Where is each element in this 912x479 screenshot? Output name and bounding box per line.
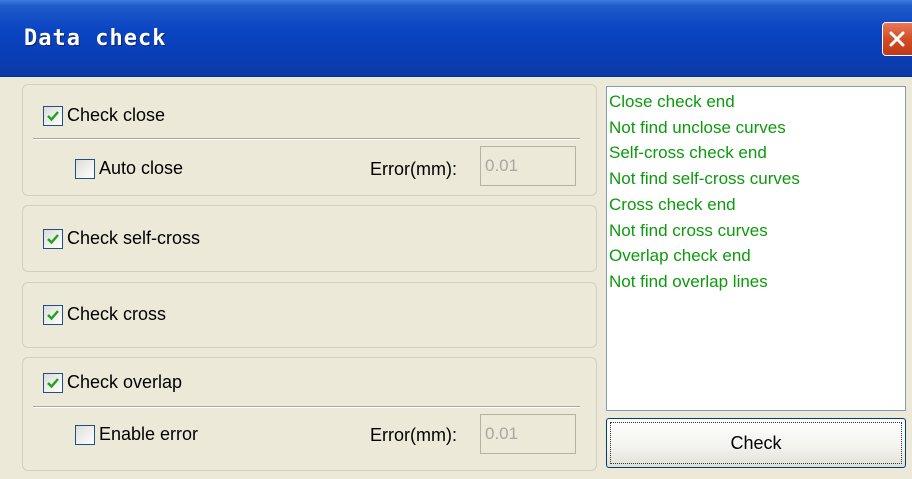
checkmark-icon — [47, 110, 59, 121]
check-overlap-option[interactable]: Check overlap — [43, 372, 182, 393]
log-line: Cross check end — [609, 194, 736, 214]
overlap-error-input[interactable] — [480, 414, 576, 454]
check-cross-option[interactable]: Check cross — [43, 304, 166, 325]
auto-close-option[interactable]: Auto close — [75, 158, 183, 179]
auto-close-checkbox[interactable] — [75, 158, 95, 179]
cross-check-group: Check cross — [22, 282, 597, 348]
check-overlap-checkbox[interactable] — [43, 372, 63, 393]
check-cross-checkbox[interactable] — [43, 304, 63, 325]
check-overlap-label: Check overlap — [67, 372, 183, 392]
check-close-label: Check close — [67, 105, 166, 125]
log-line: Overlap check end — [609, 246, 751, 266]
window-title: Data check — [24, 26, 167, 51]
enable-error-option[interactable]: Enable error — [75, 424, 198, 445]
checkmark-icon — [47, 377, 59, 388]
check-self-cross-option[interactable]: Check self-cross — [43, 228, 200, 249]
check-cross-label: Check cross — [67, 304, 167, 324]
checkmark-icon — [47, 309, 59, 320]
close-button[interactable] — [882, 22, 912, 56]
result-log[interactable]: Close check end Not find unclose curves Se… — [606, 86, 906, 411]
close-x-icon — [889, 31, 905, 47]
check-self-cross-checkbox[interactable] — [43, 228, 63, 249]
log-line: Not find self-cross curves — [609, 169, 800, 189]
checkmark-icon — [47, 233, 59, 244]
check-button[interactable]: Check — [606, 418, 906, 468]
self-cross-check-group: Check self-cross — [22, 205, 597, 272]
log-line: Not find overlap lines — [609, 271, 768, 291]
auto-close-label: Auto close — [99, 158, 184, 178]
enable-error-checkbox[interactable] — [75, 424, 95, 445]
log-line: Self-cross check end — [609, 143, 767, 163]
check-close-checkbox[interactable] — [43, 105, 63, 126]
overlap-check-group: Check overlap Enable error Error(mm): — [22, 357, 597, 471]
log-line: Not find unclose curves — [609, 117, 786, 137]
enable-error-label: Enable error — [99, 424, 199, 444]
overlap-error-label: Error(mm): — [370, 425, 457, 445]
log-line: Not find cross curves — [609, 220, 768, 240]
check-close-option[interactable]: Check close — [43, 105, 165, 126]
divider — [33, 138, 580, 140]
check-self-cross-label: Check self-cross — [67, 228, 201, 248]
close-error-input[interactable] — [480, 146, 576, 186]
close-error-label: Error(mm): — [370, 159, 457, 179]
title-bar[interactable]: Data check — [0, 0, 912, 77]
log-line: Close check end — [609, 92, 735, 111]
data-check-dialog: Data check Check close Auto close Error(… — [0, 0, 912, 479]
divider — [33, 406, 580, 408]
close-check-group: Check close Auto close Error(mm): — [22, 84, 597, 196]
